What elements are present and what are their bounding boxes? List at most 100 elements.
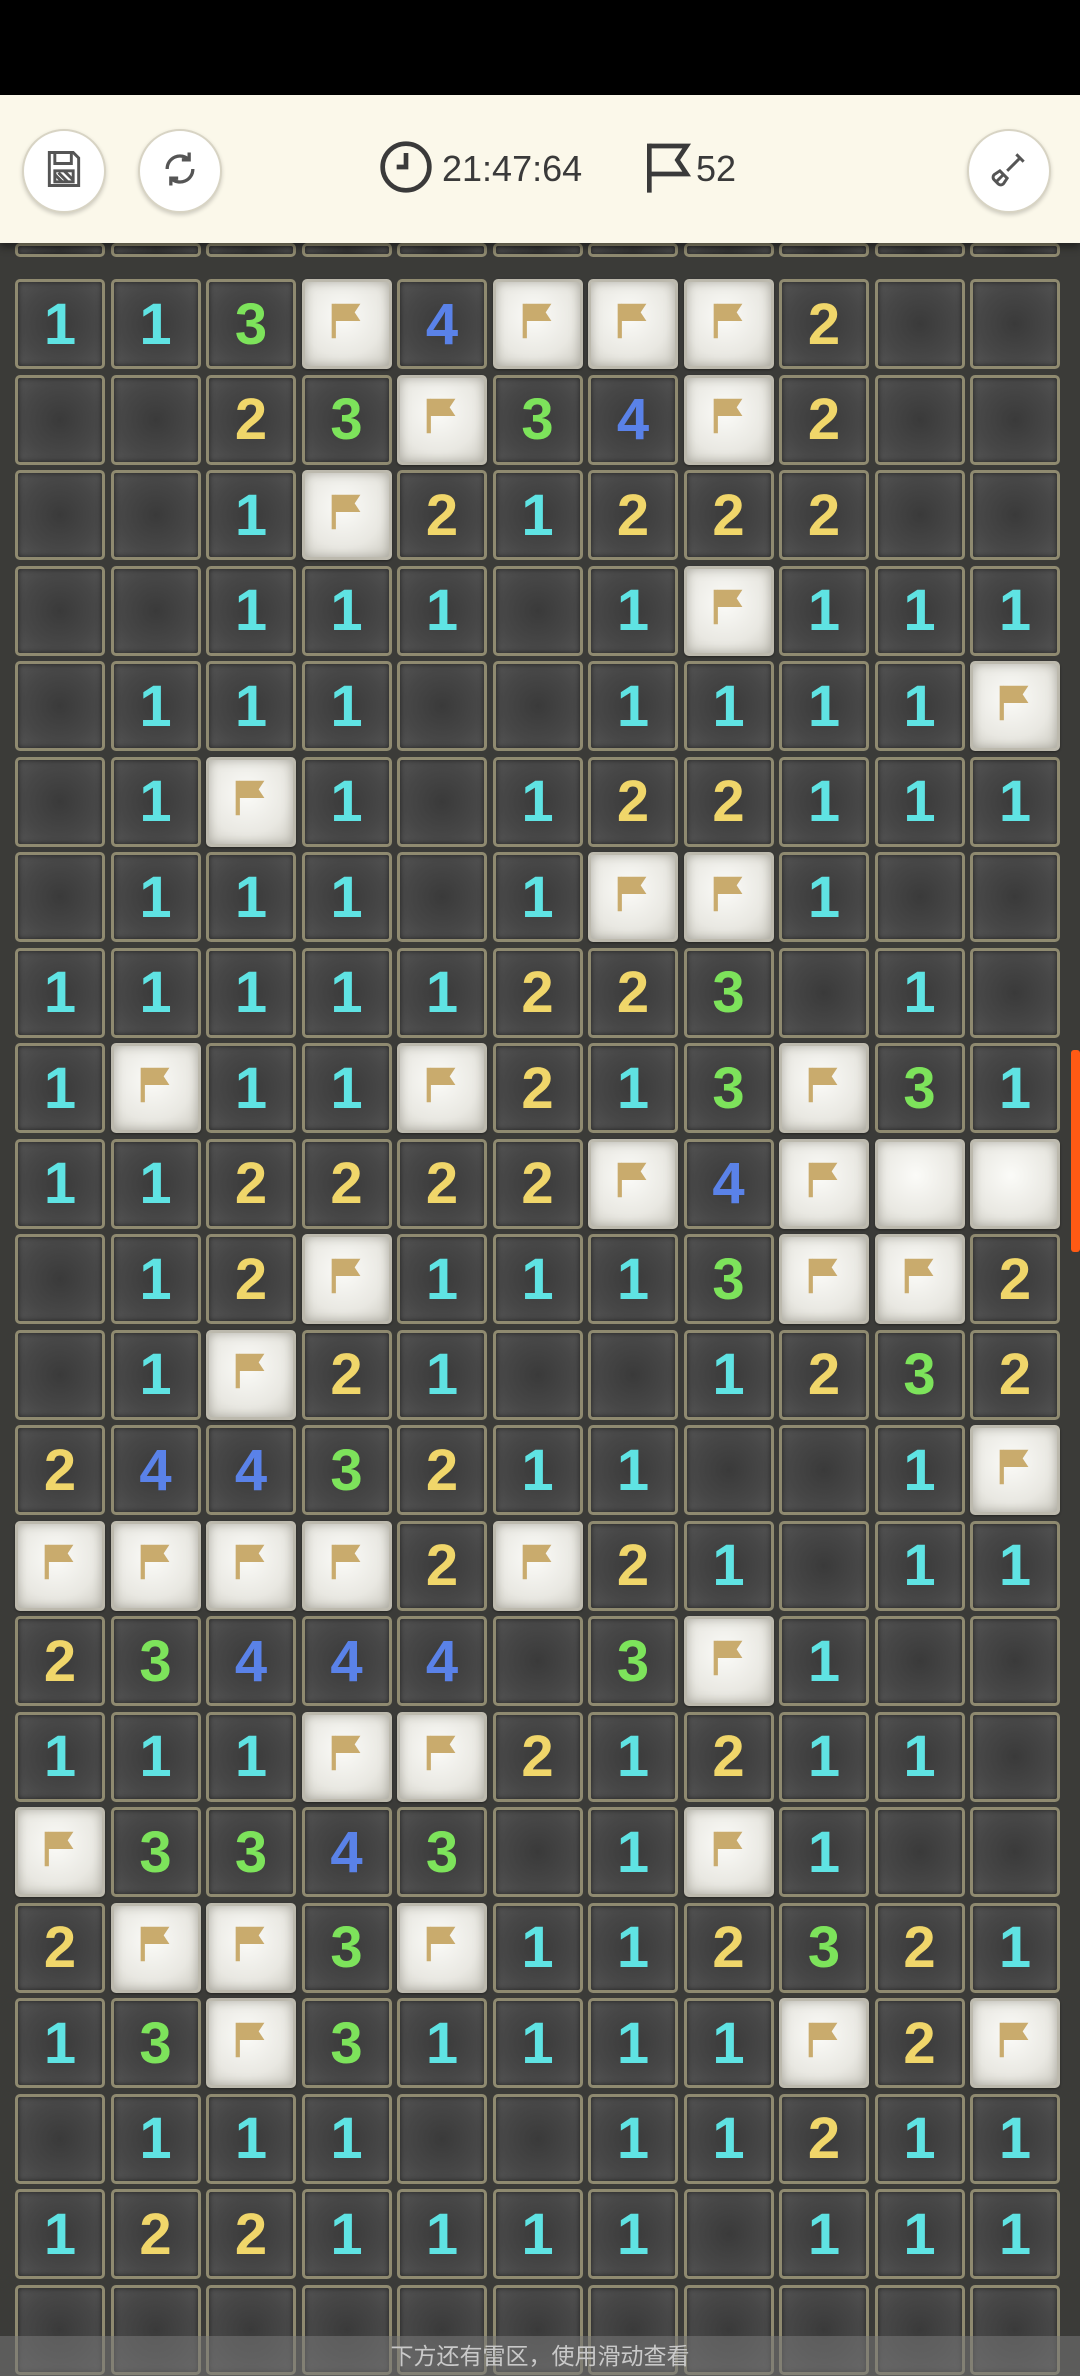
- number-cell[interactable]: 2: [588, 470, 678, 560]
- number-cell[interactable]: 1: [588, 661, 678, 751]
- number-cell[interactable]: 2: [110, 2189, 201, 2279]
- flagged-cell[interactable]: [206, 1902, 296, 1993]
- number-cell[interactable]: 2: [588, 947, 678, 1038]
- cell[interactable]: [15, 243, 105, 257]
- number-cell[interactable]: 1: [206, 852, 296, 942]
- number-cell[interactable]: 2: [492, 1043, 583, 1133]
- number-cell[interactable]: 1: [206, 470, 296, 560]
- number-cell[interactable]: 1: [397, 1329, 487, 1420]
- number-cell[interactable]: 1: [301, 565, 392, 656]
- empty-cell[interactable]: [15, 374, 105, 465]
- number-cell[interactable]: 1: [683, 1329, 774, 1420]
- number-cell[interactable]: 1: [110, 1329, 201, 1420]
- number-cell[interactable]: 2: [779, 374, 869, 465]
- cell[interactable]: [301, 243, 392, 257]
- cell[interactable]: [874, 243, 965, 257]
- cell[interactable]: [970, 243, 1060, 257]
- empty-cell[interactable]: [397, 756, 487, 847]
- number-cell[interactable]: 3: [683, 947, 774, 1038]
- number-cell[interactable]: 1: [779, 756, 869, 847]
- empty-cell[interactable]: [492, 565, 583, 656]
- number-cell[interactable]: 1: [301, 661, 392, 751]
- number-cell[interactable]: 1: [110, 1711, 201, 1802]
- flagged-cell[interactable]: [110, 1902, 201, 1993]
- number-cell[interactable]: 1: [110, 1138, 201, 1229]
- number-cell[interactable]: 1: [588, 1043, 678, 1133]
- empty-cell[interactable]: [110, 374, 201, 465]
- number-cell[interactable]: 2: [206, 374, 296, 465]
- number-cell[interactable]: 1: [970, 2093, 1060, 2184]
- number-cell[interactable]: 2: [492, 1138, 583, 1229]
- empty-cell[interactable]: [874, 1616, 965, 1706]
- number-cell[interactable]: 1: [874, 1711, 965, 1802]
- cell[interactable]: [206, 243, 296, 257]
- flagged-cell[interactable]: [301, 1234, 392, 1324]
- number-cell[interactable]: 2: [397, 470, 487, 560]
- number-cell[interactable]: 4: [110, 1425, 201, 1515]
- number-cell[interactable]: 1: [874, 565, 965, 656]
- flagged-cell[interactable]: [683, 852, 774, 942]
- cell[interactable]: [779, 243, 869, 257]
- empty-cell[interactable]: [397, 852, 487, 942]
- number-cell[interactable]: 2: [874, 1998, 965, 2088]
- flagged-cell[interactable]: [397, 1711, 487, 1802]
- scroll-indicator[interactable]: [1071, 1050, 1080, 1252]
- number-cell[interactable]: 1: [683, 661, 774, 751]
- number-cell[interactable]: 3: [301, 1902, 392, 1993]
- empty-cell[interactable]: [970, 852, 1060, 942]
- number-cell[interactable]: 2: [15, 1616, 105, 1706]
- number-cell[interactable]: 2: [492, 947, 583, 1038]
- number-cell[interactable]: 1: [206, 661, 296, 751]
- empty-cell[interactable]: [397, 2093, 487, 2184]
- number-cell[interactable]: 1: [588, 2093, 678, 2184]
- number-cell[interactable]: 1: [110, 1234, 201, 1324]
- empty-cell[interactable]: [874, 852, 965, 942]
- number-cell[interactable]: 3: [874, 1043, 965, 1133]
- empty-cell[interactable]: [970, 947, 1060, 1038]
- flagged-cell[interactable]: [588, 852, 678, 942]
- number-cell[interactable]: 2: [397, 1425, 487, 1515]
- number-cell[interactable]: 2: [779, 279, 869, 369]
- empty-cell[interactable]: [492, 661, 583, 751]
- number-cell[interactable]: 1: [588, 1998, 678, 2088]
- number-cell[interactable]: 3: [301, 374, 392, 465]
- cell[interactable]: [492, 243, 583, 257]
- number-cell[interactable]: 1: [301, 1043, 392, 1133]
- flagged-cell[interactable]: [206, 1998, 296, 2088]
- number-cell[interactable]: 4: [301, 1807, 392, 1897]
- number-cell[interactable]: 4: [397, 1616, 487, 1706]
- number-cell[interactable]: 1: [874, 1425, 965, 1515]
- number-cell[interactable]: 1: [492, 1425, 583, 1515]
- number-cell[interactable]: 1: [492, 1998, 583, 2088]
- number-cell[interactable]: 2: [970, 1234, 1060, 1324]
- number-cell[interactable]: 1: [492, 852, 583, 942]
- number-cell[interactable]: 1: [874, 2189, 965, 2279]
- number-cell[interactable]: 1: [779, 1616, 869, 1706]
- flagged-cell[interactable]: [779, 1138, 869, 1229]
- number-cell[interactable]: 1: [779, 1711, 869, 1802]
- cell[interactable]: [110, 243, 201, 257]
- minefield-grid[interactable]: 1134223342121222111111111111111112211111…: [0, 243, 1080, 2376]
- number-cell[interactable]: 1: [970, 1043, 1060, 1133]
- flagged-cell[interactable]: [301, 1520, 392, 1611]
- flagged-cell[interactable]: [397, 374, 487, 465]
- number-cell[interactable]: 3: [301, 1998, 392, 2088]
- empty-cell[interactable]: [874, 1807, 965, 1897]
- flagged-cell[interactable]: [397, 1902, 487, 1993]
- number-cell[interactable]: 1: [397, 1998, 487, 2088]
- number-cell[interactable]: 3: [492, 374, 583, 465]
- number-cell[interactable]: 3: [683, 1043, 774, 1133]
- empty-cell[interactable]: [779, 947, 869, 1038]
- number-cell[interactable]: 3: [206, 279, 296, 369]
- flagged-cell[interactable]: [206, 1329, 296, 1420]
- number-cell[interactable]: 1: [779, 852, 869, 942]
- empty-cell[interactable]: [492, 1329, 583, 1420]
- number-cell[interactable]: 2: [683, 1711, 774, 1802]
- number-cell[interactable]: 1: [301, 2189, 392, 2279]
- number-cell[interactable]: 3: [683, 1234, 774, 1324]
- number-cell[interactable]: 1: [301, 2093, 392, 2184]
- flagged-cell[interactable]: [683, 279, 774, 369]
- cell[interactable]: [683, 243, 774, 257]
- number-cell[interactable]: 1: [110, 852, 201, 942]
- flagged-cell[interactable]: [110, 1520, 201, 1611]
